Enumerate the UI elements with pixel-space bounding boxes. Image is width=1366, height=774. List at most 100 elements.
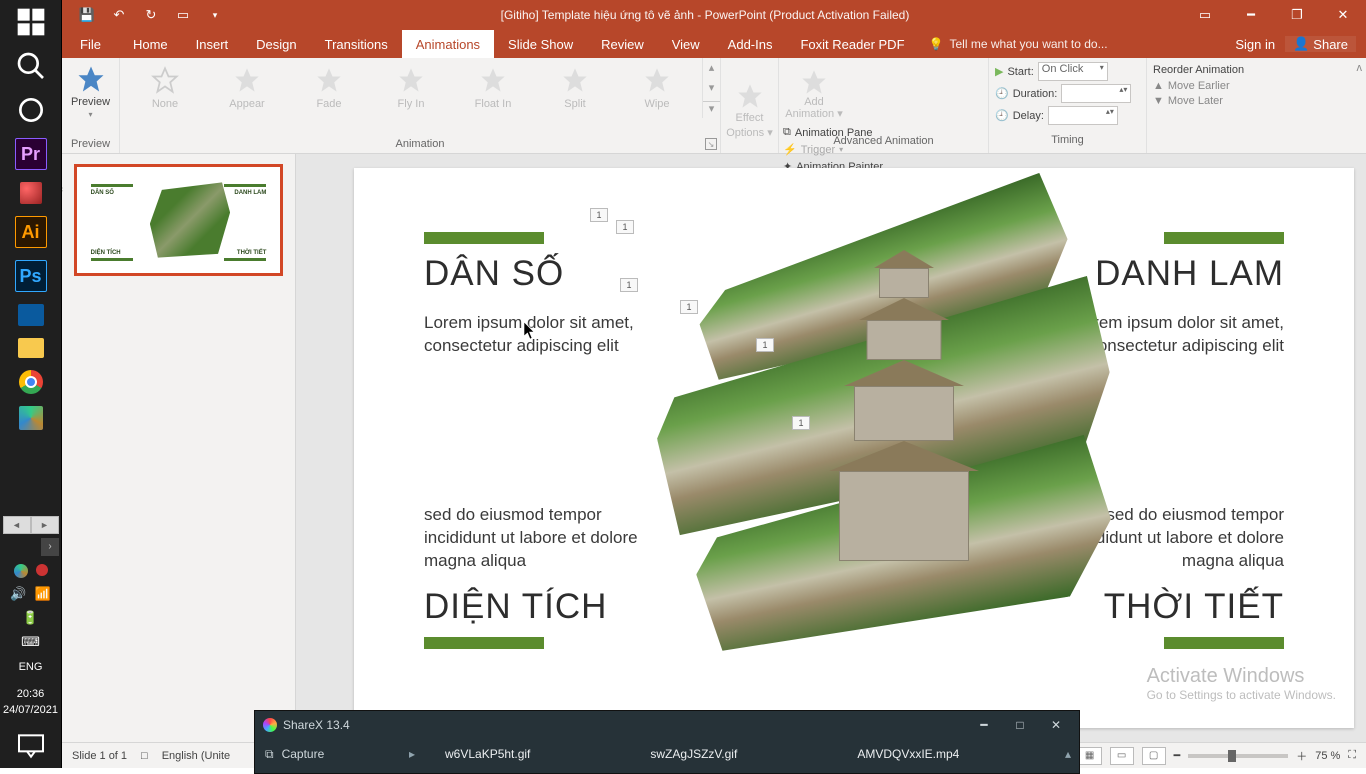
anim-floatin[interactable]: Float In <box>454 66 532 110</box>
undo-icon[interactable]: ↶ <box>106 3 132 27</box>
sharex-close[interactable]: ✕ <box>1041 718 1071 732</box>
taskbar-expand[interactable]: › <box>41 538 59 556</box>
tray-row-3[interactable]: 🔋 <box>22 610 38 626</box>
reading-view-button[interactable]: ▭ <box>1110 747 1134 765</box>
anim-fade[interactable]: Fade <box>290 66 368 110</box>
duration-input[interactable]: ▴▾ <box>1061 84 1131 103</box>
explorer-icon[interactable] <box>18 338 44 358</box>
anim-tag[interactable]: 1 <box>616 220 634 234</box>
duration-label: Duration: <box>1013 88 1058 100</box>
anim-split[interactable]: Split <box>536 66 614 110</box>
taskbar-lang[interactable]: ENG <box>19 660 43 675</box>
anim-tag[interactable]: 1 <box>590 208 608 222</box>
sharex-title: ShareX 13.4 <box>283 718 350 732</box>
premiere-icon[interactable]: Pr <box>15 138 47 170</box>
move-earlier-button[interactable]: ▲Move Earlier <box>1153 80 1281 92</box>
app-icon-2[interactable] <box>18 304 44 326</box>
sharex-scroll-up[interactable]: ▴ <box>1057 747 1079 761</box>
slide-canvas[interactable]: DÂN SỐ Lorem ipsum dolor sit amet, conse… <box>354 168 1354 728</box>
start-from-beginning-icon[interactable]: ▭ <box>170 3 196 27</box>
start-select[interactable]: On Click ▾ <box>1038 62 1108 81</box>
tab-foxit[interactable]: Foxit Reader PDF <box>786 30 918 58</box>
tray-row-2[interactable]: 🔊📶 <box>10 586 50 602</box>
share-button[interactable]: 👤 Share <box>1285 36 1356 52</box>
center-image[interactable] <box>634 190 1134 660</box>
delay-input[interactable]: ▴▾ <box>1048 106 1118 125</box>
anim-tag[interactable]: 1 <box>680 300 698 314</box>
taskbar-scroll[interactable]: ◄► <box>3 516 59 534</box>
sharex-maximize[interactable]: □ <box>1005 718 1035 732</box>
tab-view[interactable]: View <box>658 30 714 58</box>
anim-tag[interactable]: 1 <box>620 278 638 292</box>
group-timing: ▶Start:On Click ▾ 🕘Duration:▴▾ 🕘Delay:▴▾… <box>989 58 1147 153</box>
anim-flyin[interactable]: Fly In <box>372 66 450 110</box>
collapse-ribbon-icon[interactable]: ʌ <box>1353 58 1366 153</box>
tab-animations[interactable]: Animations <box>402 30 494 58</box>
anim-none[interactable]: None <box>126 66 204 110</box>
anim-tag[interactable]: 1 <box>756 338 774 352</box>
taskbar-clock[interactable]: 20:36 24/07/2021 <box>3 687 58 718</box>
sharex-capture-menu[interactable]: ⧉ Capture ▸ <box>255 747 415 762</box>
sharex-file[interactable]: swZAgJSZzV.gif <box>650 747 737 761</box>
move-later-button[interactable]: ▼Move Later <box>1153 95 1281 107</box>
window-title: [Gitiho] Template hiệu ứng tô vẽ ảnh - P… <box>228 8 1182 22</box>
redo-icon[interactable]: ↻ <box>138 3 164 27</box>
tab-insert[interactable]: Insert <box>182 30 243 58</box>
sign-in-link[interactable]: Sign in <box>1235 37 1275 52</box>
spellcheck-icon[interactable]: □ <box>141 750 148 762</box>
capture-icon: ⧉ <box>265 747 274 762</box>
tab-review[interactable]: Review <box>587 30 658 58</box>
start-icon: ▶ <box>995 65 1003 78</box>
zoom-in-button[interactable]: ＋ <box>1296 748 1307 764</box>
sharex-taskbar-icon[interactable] <box>19 406 43 430</box>
slide-thumbnail-1[interactable]: 1 ✱ DÂN SỐ DANH LAM DIỆN TÍCH THỜI TIẾT <box>74 164 283 276</box>
anim-appear[interactable]: Appear <box>208 66 286 110</box>
tab-design[interactable]: Design <box>242 30 310 58</box>
chrome-icon[interactable] <box>19 370 43 394</box>
sharex-window[interactable]: ShareX 13.4 ━ □ ✕ ⧉ Capture ▸ w6VLaKP5ht… <box>254 710 1080 774</box>
tell-me-search[interactable]: 💡 Tell me what you want to do... <box>919 30 1236 58</box>
zoom-out-button[interactable]: ━ <box>1174 749 1181 762</box>
tray-row-1[interactable] <box>14 564 48 578</box>
animation-dialog-launcher[interactable]: ↘ <box>705 138 717 150</box>
slideshow-view-button[interactable]: ▢ <box>1142 747 1166 765</box>
group-reorder: Reorder Animation ▲Move Earlier ▼Move La… <box>1147 58 1287 153</box>
anim-tag[interactable]: 1 <box>792 416 810 430</box>
fit-to-window-button[interactable]: ⛶ <box>1348 749 1356 762</box>
search-icon[interactable] <box>15 50 47 82</box>
app-icon-1[interactable] <box>20 182 42 204</box>
close-button[interactable]: ✕ <box>1320 0 1366 30</box>
restore-button[interactable]: ❐ <box>1274 0 1320 30</box>
tray-row-4[interactable]: ⌨ <box>21 634 40 650</box>
language-status[interactable]: English (Unite <box>162 750 230 762</box>
zoom-level[interactable]: 75 % <box>1315 750 1340 762</box>
slide-editor[interactable]: DÂN SỐ Lorem ipsum dolor sit amet, conse… <box>296 154 1366 742</box>
ribbon-display-icon[interactable]: ▭ <box>1182 0 1228 30</box>
thumbnail-pane[interactable]: 1 ✱ DÂN SỐ DANH LAM DIỆN TÍCH THỜI TIẾT <box>62 154 296 742</box>
save-icon[interactable]: 💾 <box>74 3 100 27</box>
effect-options-button[interactable]: EffectOptions ▾ <box>726 82 773 138</box>
add-animation-button[interactable]: AddAnimation ▾ <box>779 58 849 120</box>
sorter-view-button[interactable]: ▦ <box>1078 747 1102 765</box>
tab-addins[interactable]: Add-Ins <box>714 30 787 58</box>
zoom-slider[interactable] <box>1188 754 1288 758</box>
tab-transitions[interactable]: Transitions <box>311 30 402 58</box>
action-center-icon[interactable] <box>15 730 47 762</box>
tab-slideshow[interactable]: Slide Show <box>494 30 587 58</box>
gallery-spinner[interactable]: ▴▾▾ <box>702 58 720 118</box>
sharex-file[interactable]: AMVDQVxxIE.mp4 <box>857 747 959 761</box>
minimize-button[interactable]: ━ <box>1228 0 1274 30</box>
sharex-file[interactable]: w6VLaKP5ht.gif <box>445 747 530 761</box>
share-icon: 👤 <box>1293 36 1309 52</box>
tab-home[interactable]: Home <box>119 30 182 58</box>
sharex-minimize[interactable]: ━ <box>969 718 999 732</box>
qat-customize-icon[interactable]: ▾ <box>202 3 228 27</box>
tab-file[interactable]: File <box>62 30 119 58</box>
illustrator-icon[interactable]: Ai <box>15 216 47 248</box>
anim-wipe[interactable]: Wipe <box>618 66 696 110</box>
start-button[interactable] <box>15 6 47 38</box>
slide-counter[interactable]: Slide 1 of 1 <box>72 750 127 762</box>
photoshop-icon[interactable]: Ps <box>15 260 47 292</box>
preview-button[interactable]: Preview ▾ <box>71 64 110 119</box>
cortana-icon[interactable] <box>15 94 47 126</box>
